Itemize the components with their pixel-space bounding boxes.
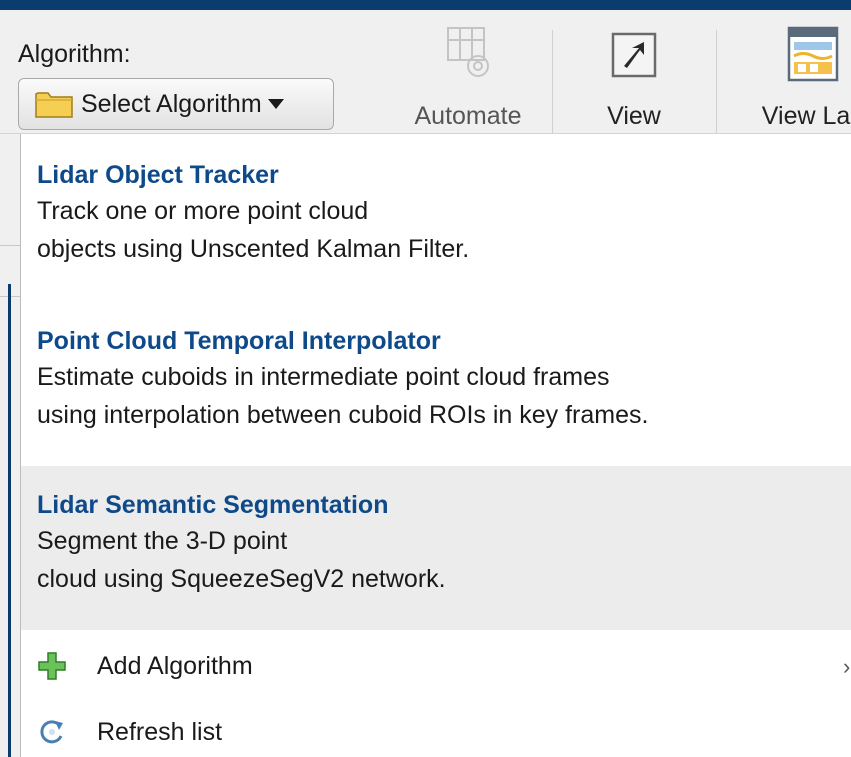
automate-icon	[447, 27, 489, 77]
add-plus-icon	[38, 652, 66, 680]
toolstrip: Algorithm: Select Algorithm Automate Vie…	[0, 10, 851, 134]
automate-label: Automate	[414, 102, 522, 130]
menu-item-description: using interpolation between cuboid ROIs …	[37, 401, 649, 429]
caret-down-icon	[267, 99, 284, 109]
folder-icon	[35, 92, 73, 118]
select-algorithm-label: Select Algorithm	[81, 89, 262, 118]
add-algorithm-label: Add Algorithm	[97, 651, 253, 680]
view-labels-icon	[787, 26, 839, 82]
view-button[interactable]: View	[582, 20, 686, 131]
refresh-icon	[40, 720, 63, 744]
menu-item-description: Segment the 3-D point	[37, 527, 288, 555]
panel-divider	[0, 245, 20, 246]
left-panel	[0, 134, 20, 757]
select-algorithm-button[interactable]: Select Algorithm	[18, 78, 334, 130]
menu-item-description: Estimate cuboids in intermediate point c…	[37, 363, 610, 391]
menu-item-title: Lidar Object Tracker	[37, 161, 279, 189]
algorithm-label: Algorithm:	[18, 40, 131, 68]
automate-button[interactable]: Automate	[398, 20, 538, 131]
menu-item-lidar-semantic-segmentation[interactable]: Lidar Semantic Segmentation Segment the …	[21, 466, 851, 630]
menu-item-title: Point Cloud Temporal Interpolator	[37, 327, 441, 355]
menu-item-title: Lidar Semantic Segmentation	[37, 491, 389, 519]
algorithm-dropdown-menu: Lidar Object Tracker Track one or more p…	[20, 134, 851, 757]
add-algorithm-menu-item[interactable]: Add Algorithm ›	[21, 638, 851, 694]
view-arrow-icon	[611, 32, 657, 78]
submenu-chevron-icon: ›	[843, 654, 851, 679]
view-labels-label: View Lab	[761, 102, 851, 130]
refresh-list-label: Refresh list	[97, 717, 223, 746]
view-labels-button[interactable]: View Lab	[728, 20, 851, 131]
menu-item-lidar-object-tracker[interactable]: Lidar Object Tracker Track one or more p…	[21, 158, 851, 268]
panel-accent-line	[8, 284, 11, 757]
view-label: View	[607, 102, 661, 130]
refresh-list-menu-item[interactable]: Refresh list	[21, 704, 851, 757]
menu-item-description: cloud using SqueezeSegV2 network.	[37, 565, 446, 593]
toolstrip-separator	[716, 30, 717, 133]
menu-item-description: Track one or more point cloud	[37, 197, 369, 225]
menu-item-description: objects using Unscented Kalman Filter.	[37, 235, 470, 263]
window-top-bar	[0, 0, 851, 10]
menu-item-point-cloud-temporal-interpolator[interactable]: Point Cloud Temporal Interpolator Estima…	[21, 324, 851, 434]
toolstrip-separator	[552, 30, 553, 133]
